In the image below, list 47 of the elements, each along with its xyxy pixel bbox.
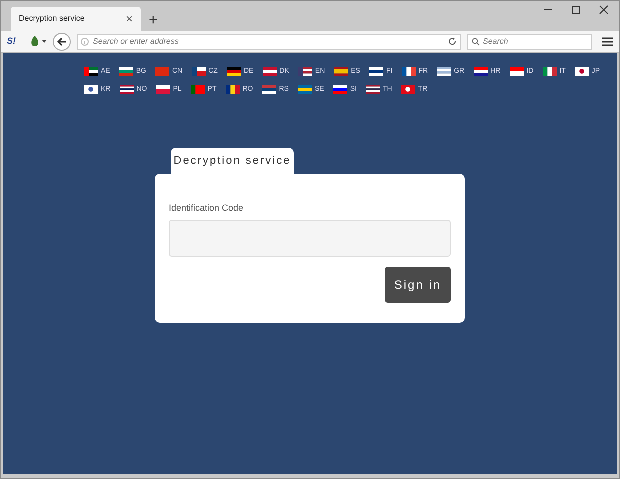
flag-icon [574,67,589,76]
sign-in-button[interactable]: Sign in [385,266,451,302]
flag-icon [333,85,348,94]
flag-icon [84,85,98,94]
addon-button[interactable] [30,36,47,47]
address-input[interactable]: Search or enter address [93,36,444,48]
flag-icon [542,67,557,76]
flag-icon [192,67,206,76]
browser-tab[interactable]: Decryption service × [11,7,141,31]
flag-icon [402,67,416,76]
search-input[interactable]: Search [483,36,587,48]
flag-icon [262,85,276,94]
reload-icon[interactable] [448,37,457,46]
address-bar[interactable]: Search or enter address [77,34,461,50]
flag-icon [120,85,134,94]
info-icon [81,38,89,46]
flag-icon [156,85,170,94]
flag-icon [119,67,134,76]
flag-icon [369,67,384,76]
flag-icon [366,85,380,94]
flag-icon [401,85,416,94]
flag-icon [190,85,205,94]
flag-icon [155,67,170,76]
back-arrow-icon [57,36,67,46]
close-icon[interactable] [599,5,609,15]
flag-icon [262,67,277,76]
search-icon [472,38,480,46]
flag-icon [334,67,348,76]
flag-icon [84,67,98,76]
flag-icon [437,67,452,76]
flag-icon [298,67,312,76]
caret-icon [42,40,47,44]
flag-icon [226,85,240,94]
field-label: Identification Code [169,202,245,215]
search-field[interactable]: Search [467,34,592,50]
addon-logo[interactable]: S! [7,37,16,46]
new-tab-button[interactable]: + [149,13,158,28]
maximize-icon[interactable] [571,5,581,15]
leaf-icon [30,36,40,47]
flag-icon [474,67,488,76]
flag-icon [298,85,312,94]
identification-code-field[interactable] [169,220,451,256]
close-tab-button[interactable]: × [126,13,133,25]
flag-icon [226,67,241,76]
menu-icon[interactable] [602,36,613,46]
back-button[interactable] [53,32,71,50]
flag-icon [510,67,524,76]
